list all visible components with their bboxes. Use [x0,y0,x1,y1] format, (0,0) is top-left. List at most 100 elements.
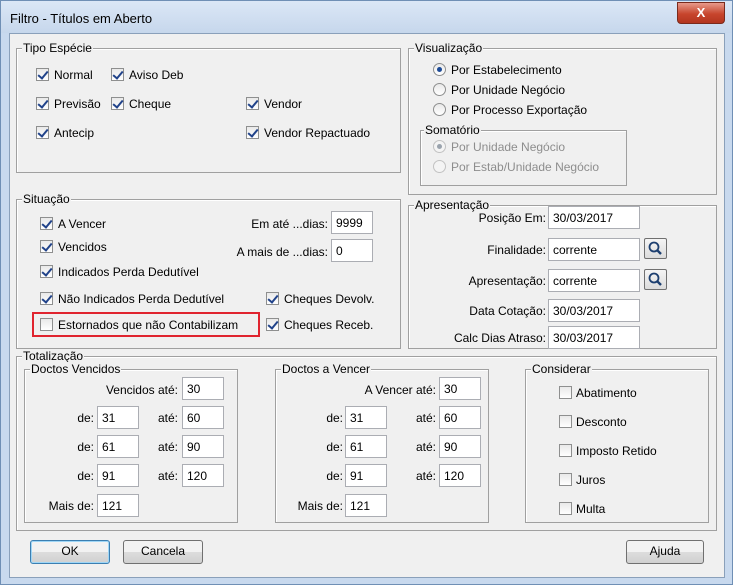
a-vencer-de-label-3: de: [326,469,343,483]
a-vencer-de-input-3[interactable]: 91 [345,464,387,487]
checkbox-multa[interactable] [559,502,572,515]
checkbox-previsao[interactable] [36,97,49,110]
a-vencer-de-input-1[interactable]: 31 [345,406,387,429]
checkbox-estornados[interactable] [40,318,53,331]
a-vencer-de-label-2: de: [326,440,343,454]
radio-por-estabelecimento[interactable] [433,63,446,76]
checkbox-nao-indicados-perda[interactable] [40,292,53,305]
checkbox-abatimento[interactable] [559,386,572,399]
group-visualizacao-legend: Visualização [414,41,484,55]
checkbox-imposto-retido[interactable] [559,444,572,457]
checkbox-cheques-devolv-label: Cheques Devolv. [284,292,375,306]
vencidos-ate-input-1[interactable]: 60 [182,406,224,429]
a-vencer-ate-input[interactable]: 30 [439,377,481,400]
vencidos-mais-de-input[interactable]: 121 [97,494,139,517]
vencidos-de-input-2[interactable]: 61 [97,435,139,458]
checkbox-vendor[interactable] [246,97,259,110]
finalidade-input[interactable]: corrente [548,238,640,261]
group-somatorio-legend: Somatório [424,123,481,137]
checkbox-a-vencer-label: A Vencer [58,217,107,231]
finalidade-search-button[interactable] [644,238,667,259]
checkbox-juros[interactable] [559,473,572,486]
vencidos-mais-de-label: Mais de: [48,499,94,513]
checkbox-previsao-label: Previsão [54,97,101,111]
ok-button[interactable]: OK [30,540,110,564]
checkbox-antecip[interactable] [36,126,49,139]
checkbox-cheque[interactable] [111,97,124,110]
apresentacao-label: Apresentação: [468,274,546,288]
a-vencer-ate-label: A Vencer até: [364,383,436,397]
a-vencer-mais-de-label: Mais de: [297,499,343,513]
radio-por-processo-exportacao-label: Por Processo Exportação [451,103,588,117]
magnifier-icon [648,241,662,255]
a-vencer-ate-input-1[interactable]: 60 [439,406,481,429]
vencidos-ate-label-3: até: [157,469,178,483]
close-icon: X [696,5,706,20]
checkbox-cheques-receb-label: Cheques Receb. [284,318,374,332]
em-ate-dias-input[interactable]: 9999 [331,211,373,234]
a-mais-de-dias-input[interactable]: 0 [331,239,373,262]
vencidos-ate-input[interactable]: 30 [182,377,224,400]
checkbox-desconto[interactable] [559,415,572,428]
vencidos-ate-label-1: até: [157,411,178,425]
posicao-em-input[interactable]: 30/03/2017 [548,206,640,229]
a-vencer-de-input-2[interactable]: 61 [345,435,387,458]
vencidos-ate-label: Vencidos até: [105,383,178,397]
a-vencer-de-label-1: de: [326,411,343,425]
vencidos-de-input-1[interactable]: 31 [97,406,139,429]
checkbox-indicados-perda[interactable] [40,265,53,278]
group-doctos-a-vencer-legend: Doctos a Vencer [281,362,372,376]
checkbox-aviso-deb-label: Aviso Deb [129,68,184,82]
checkbox-antecip-label: Antecip [54,126,95,140]
vencidos-ate-input-2[interactable]: 90 [182,435,224,458]
ajuda-button[interactable]: Ajuda [626,540,704,564]
checkbox-cheque-label: Cheque [129,97,172,111]
finalidade-label: Finalidade: [487,243,546,257]
checkbox-vencidos-label: Vencidos [58,240,107,254]
radio-somatorio-estab-unidade-label: Por Estab/Unidade Negócio [451,160,600,174]
vencidos-de-input-3[interactable]: 91 [97,464,139,487]
checkbox-vendor-repactuado-label: Vendor Repactuado [264,126,371,140]
apresentacao-input[interactable]: corrente [548,269,640,292]
checkbox-nao-indicados-perda-label: Não Indicados Perda Dedutível [58,292,225,306]
radio-por-processo-exportacao[interactable] [433,103,446,116]
group-apresentacao-legend: Apresentação [414,198,491,212]
calc-dias-atraso-label: Calc Dias Atraso: [453,331,546,345]
checkbox-a-vencer[interactable] [40,217,53,230]
radio-somatorio-unidade-negocio[interactable] [433,140,446,153]
checkbox-estornados-label: Estornados que não Contabilizam [58,318,239,332]
a-vencer-mais-de-input[interactable]: 121 [345,494,387,517]
group-situacao-legend: Situação [22,192,71,206]
checkbox-abatimento-label: Abatimento [576,386,637,400]
posicao-em-label: Posição Em: [478,211,546,225]
apresentacao-search-button[interactable] [644,269,667,290]
radio-por-unidade-negocio[interactable] [433,83,446,96]
checkbox-normal[interactable] [36,68,49,81]
a-vencer-ate-input-2[interactable]: 90 [439,435,481,458]
a-vencer-ate-input-3[interactable]: 120 [439,464,481,487]
checkbox-aviso-deb[interactable] [111,68,124,81]
checkbox-vendor-repactuado[interactable] [246,126,259,139]
title-bar: Filtro - Títulos em Aberto X [1,1,732,33]
group-tipo-especie-legend: Tipo Espécie [22,41,93,55]
a-vencer-ate-label-3: até: [415,469,436,483]
cancela-button[interactable]: Cancela [123,540,203,564]
checkbox-vendor-label: Vendor [264,97,303,111]
magnifier-icon [648,272,662,286]
vencidos-de-label-2: de: [77,440,94,454]
checkbox-juros-label: Juros [576,473,606,487]
dialog-body: Tipo Espécie Normal Aviso Deb Previsão C… [9,33,725,578]
checkbox-cheques-receb[interactable] [266,318,279,331]
group-doctos-vencidos-legend: Doctos Vencidos [30,362,122,376]
close-button[interactable]: X [677,2,725,24]
radio-somatorio-unidade-negocio-label: Por Unidade Negócio [451,140,566,154]
checkbox-cheques-devolv[interactable] [266,292,279,305]
radio-somatorio-estab-unidade[interactable] [433,160,446,173]
calc-dias-atraso-input[interactable]: 30/03/2017 [548,326,640,349]
checkbox-vencidos[interactable] [40,240,53,253]
vencidos-de-label-1: de: [77,411,94,425]
vencidos-ate-input-3[interactable]: 120 [182,464,224,487]
group-considerar-legend: Considerar [531,362,592,376]
data-cotacao-label: Data Cotação: [469,304,546,318]
data-cotacao-input[interactable]: 30/03/2017 [548,299,640,322]
